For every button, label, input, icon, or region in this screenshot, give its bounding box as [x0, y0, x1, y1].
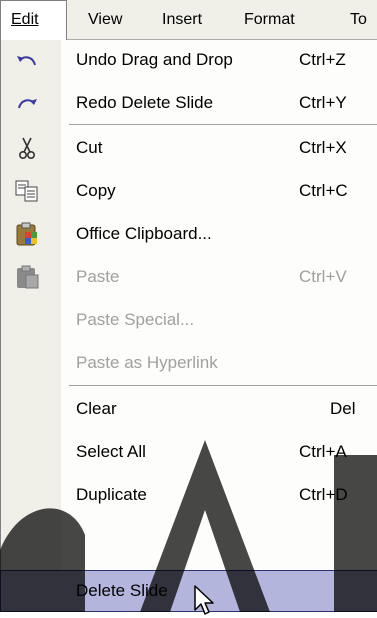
menu-item-shortcut: Del	[330, 399, 356, 418]
menu-item-paste-as-hyperlink[interactable]: Paste as Hyperlink	[1, 343, 377, 383]
menu-item-clear[interactable]: Clear Del	[1, 389, 377, 429]
menu-item-shortcut: Ctrl+C	[299, 181, 348, 200]
menu-edit-label: Edit	[11, 11, 39, 28]
menu-view-label: View	[88, 11, 123, 28]
menu-item-shortcut: Ctrl+A	[299, 442, 347, 461]
undo-icon	[13, 46, 41, 74]
scissors-icon	[13, 134, 41, 162]
menu-item-paste[interactable]: Paste Ctrl+V	[1, 257, 377, 297]
menu-item-shortcut: Ctrl+X	[299, 138, 347, 157]
menu-view[interactable]: View	[88, 0, 122, 40]
menu-insert[interactable]: Insert	[162, 0, 202, 40]
menu-item-label: Copy	[76, 181, 116, 200]
menu-item-select-all[interactable]: Select All Ctrl+A	[1, 432, 377, 472]
menu-item-redo[interactable]: Redo Delete Slide Ctrl+Y	[1, 83, 377, 123]
menu-item-copy[interactable]: Copy Ctrl+C	[1, 171, 377, 211]
menu-item-shortcut: Ctrl+Z	[299, 50, 346, 69]
menu-item-shortcut: Ctrl+Y	[299, 93, 347, 112]
menu-item-label: Clear	[76, 399, 117, 418]
menu-item-label: Select All	[76, 442, 146, 461]
menu-format[interactable]: Format	[244, 0, 295, 40]
menu-item-shortcut: Ctrl+D	[299, 485, 348, 504]
menu-edit[interactable]: Edit	[0, 0, 67, 41]
office-clipboard-icon	[13, 220, 41, 248]
edit-menu-dropdown: Undo Drag and Drop Ctrl+Z Redo Delete Sl…	[0, 40, 377, 612]
menu-item-label: Redo Delete Slide	[76, 93, 214, 112]
menu-separator	[69, 124, 377, 125]
menu-item-label: Delete Slide	[76, 581, 168, 600]
menu-tools-label: To	[350, 11, 367, 28]
menu-item-office-clipboard[interactable]: Office Clipboard...	[1, 214, 377, 254]
menu-item-shortcut: Ctrl+V	[299, 267, 347, 286]
menu-item-label: Paste Special...	[76, 310, 195, 329]
menu-item-label: Office Clipboard...	[76, 224, 212, 243]
menu-item-duplicate[interactable]: Duplicate Ctrl+D	[1, 475, 377, 515]
menu-item-undo[interactable]: Undo Drag and Drop Ctrl+Z	[1, 40, 377, 80]
menu-tools[interactable]: To	[350, 0, 367, 40]
menu-item-label: Paste as Hyperlink	[76, 353, 218, 372]
menu-item-delete-slide[interactable]: Delete Slide	[0, 570, 377, 612]
mouse-pointer-icon	[194, 585, 214, 615]
copy-icon	[13, 177, 41, 205]
redo-icon	[13, 89, 41, 117]
menu-item-label: Duplicate	[76, 485, 147, 504]
menu-item-label: Undo Drag and Drop	[76, 50, 233, 69]
menu-separator	[69, 385, 377, 386]
menu-item-label: Cut	[76, 138, 103, 157]
menu-insert-label: Insert	[162, 11, 203, 28]
menu-item-label: Paste	[76, 267, 120, 286]
menu-bar: Edit View Insert Format To	[0, 0, 377, 41]
menu-item-cut[interactable]: Cut Ctrl+X	[1, 128, 377, 168]
paste-icon	[13, 263, 41, 291]
menu-item-paste-special[interactable]: Paste Special...	[1, 300, 377, 340]
menu-format-label: Format	[244, 11, 295, 28]
